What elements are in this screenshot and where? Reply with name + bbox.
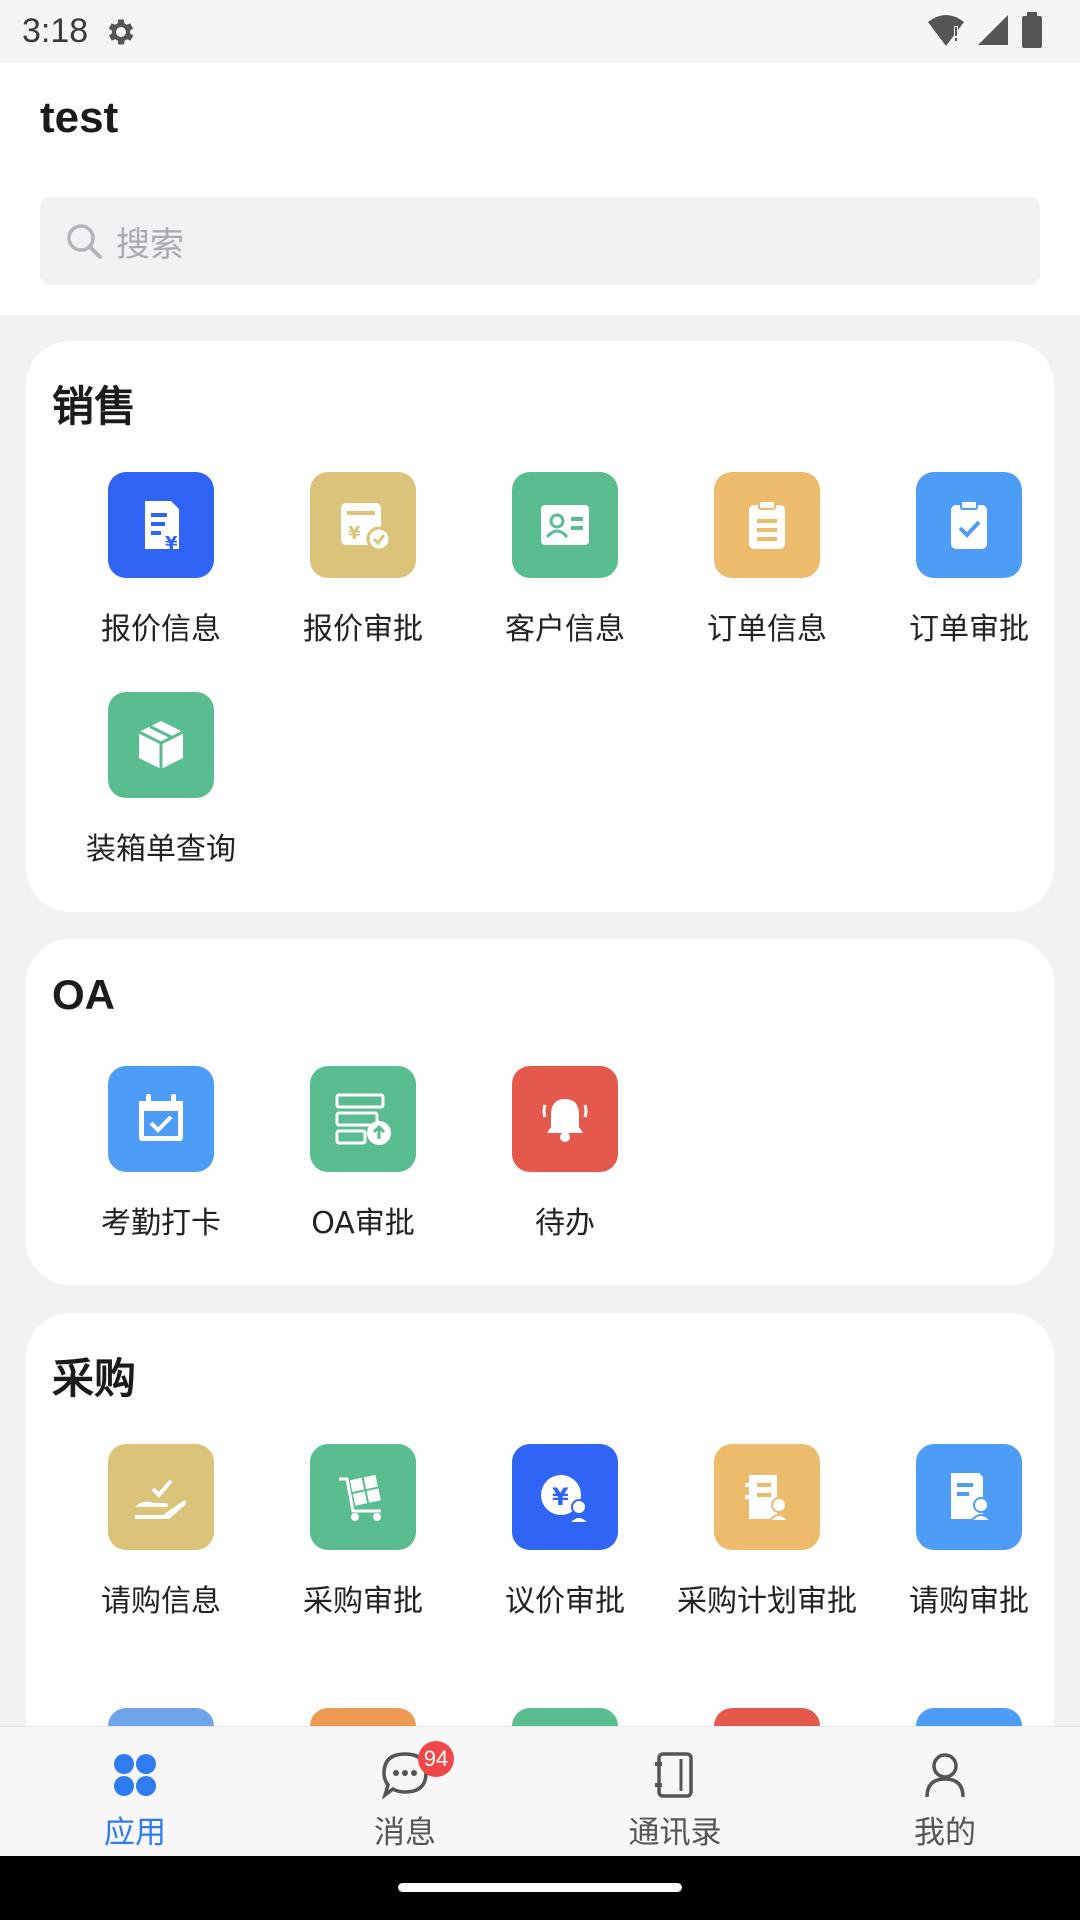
app-quote-approval[interactable]: ¥ 报价审批 [262,472,464,652]
tab-label: 我的 [914,1815,976,1851]
app-label: 请购审批 [909,1584,1029,1619]
app-label: 报价审批 [303,612,423,647]
app-price-negotiation-approval[interactable]: ¥ 议价审批 [464,1444,666,1624]
app-requisition-info[interactable]: 请购信息 [60,1444,262,1624]
form-upload-icon [310,1066,416,1172]
tab-contacts[interactable]: 通讯录 [540,1727,810,1857]
clipboard-check-icon [916,472,1022,578]
signal-icon [978,15,1008,45]
section-title: 采购 [52,1354,137,1403]
app-purchase-plan-approval[interactable]: 采购计划审批 [666,1444,868,1624]
doc-person-icon [916,1444,1022,1550]
tab-label: 消息 [374,1815,436,1851]
wifi-icon [928,15,964,46]
cart-icon [310,1444,416,1550]
app-purchase-approval[interactable]: 采购审批 [262,1444,464,1624]
svg-text:¥: ¥ [165,533,178,554]
tab-apps[interactable]: 应用 [0,1727,270,1857]
app-attendance[interactable]: 考勤打卡 [60,1066,262,1246]
app-quote-info[interactable]: ¥ 报价信息 [60,472,262,652]
app-label: 请购信息 [101,1584,221,1619]
search-icon [67,224,102,259]
tab-label: 应用 [104,1815,166,1851]
section-title: OA [52,971,115,1018]
app-label: 订单信息 [707,612,827,647]
section-title: 销售 [52,382,137,431]
app-order-info[interactable]: 订单信息 [666,472,868,652]
app-label: 待办 [535,1206,595,1241]
section-oa-card: OA 考勤打卡 OA审批 待办 [26,939,1054,1285]
contacts-book-icon [655,1752,693,1798]
calendar-check-icon [108,1066,214,1172]
apps-icon [114,1754,156,1796]
app-order-approval[interactable]: 订单审批 [868,472,1070,652]
app-label: 报价信息 [101,612,221,647]
header: test 搜索 [0,63,1080,315]
battery-icon [1022,12,1042,48]
customer-card-icon [512,472,618,578]
tab-label: 通讯录 [628,1815,722,1851]
user-icon [925,1753,965,1798]
system-nav-bar [0,1856,1080,1920]
app-label: 采购计划审批 [677,1584,857,1619]
app-oa-approval[interactable]: OA审批 [262,1066,464,1246]
status-time: 3:18 [22,12,89,50]
section-sales-card: 销售 ¥ 报价信息 ¥ 报价审批 客户信息 订单信息 订单审批 装箱单查询 [26,341,1054,912]
app-requisition-approval[interactable]: 请购审批 [868,1444,1054,1624]
settings-gear-icon [109,19,134,44]
app-customer-info[interactable]: 客户信息 [464,472,666,652]
tab-me[interactable]: 我的 [810,1727,1080,1857]
tab-messages[interactable]: 94 消息 [270,1727,540,1857]
app-label: 议价审批 [505,1584,625,1619]
bottom-tab-bar: 应用 94 消息 通讯录 我的 [0,1726,1080,1857]
svg-text:¥: ¥ [552,1483,569,1511]
bell-icon [512,1066,618,1172]
quote-doc-icon: ¥ [108,472,214,578]
unread-badge: 94 [418,1741,454,1777]
search-placeholder: 搜索 [116,224,184,265]
app-label: 装箱单查询 [86,832,236,867]
hand-check-icon [108,1444,214,1550]
app-label: 客户信息 [505,612,625,647]
clipboard-icon [714,472,820,578]
app-label: 考勤打卡 [101,1206,221,1241]
app-todo[interactable]: 待办 [464,1066,666,1246]
status-icons [926,12,1044,48]
quote-approve-icon: ¥ [310,472,416,578]
box-icon [108,692,214,798]
app-label: 采购审批 [303,1584,423,1619]
page-title: test [40,93,119,142]
home-gesture-handle[interactable] [398,1883,682,1892]
app-packing-list-query[interactable]: 装箱单查询 [60,692,262,872]
price-person-icon: ¥ [512,1444,618,1550]
search-input[interactable]: 搜索 [40,197,1040,285]
plan-person-icon [714,1444,820,1550]
app-label: OA审批 [311,1206,415,1241]
status-bar: 3:18 [0,0,1080,63]
svg-text:¥: ¥ [348,523,361,544]
app-label: 订单审批 [909,612,1029,647]
